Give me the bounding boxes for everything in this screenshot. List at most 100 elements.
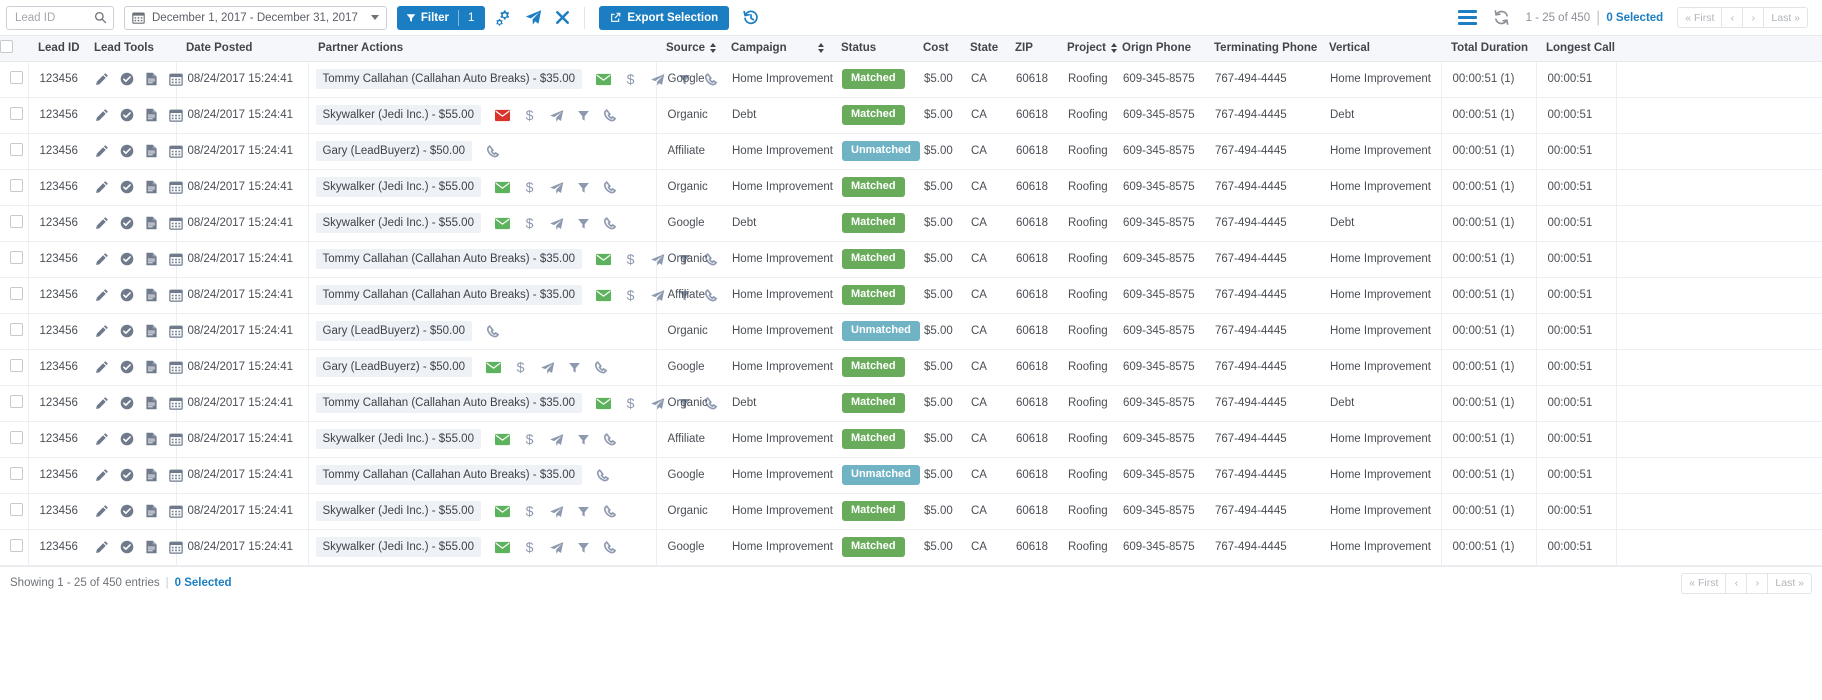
- row-checkbox[interactable]: [9, 251, 23, 264]
- partner-chip[interactable]: Tommy Callahan (Callahan Auto Breaks) - …: [315, 249, 582, 269]
- pencil-icon[interactable]: [95, 180, 109, 194]
- paper-plane-icon[interactable]: [549, 504, 564, 519]
- hamburger-menu-icon[interactable]: [1457, 10, 1477, 25]
- row-checkbox[interactable]: [9, 287, 23, 300]
- header-campaign[interactable]: Campaign: [721, 36, 831, 62]
- partner-chip[interactable]: Tommy Callahan (Callahan Auto Breaks) - …: [315, 465, 582, 485]
- pager-prev[interactable]: ‹: [1721, 7, 1743, 28]
- phone-icon[interactable]: [704, 72, 718, 87]
- pencil-icon[interactable]: [95, 108, 109, 122]
- search-input[interactable]: [13, 10, 94, 25]
- pager-last[interactable]: Last »: [1763, 7, 1808, 28]
- pager-first[interactable]: « First: [1681, 572, 1726, 594]
- calendar-icon[interactable]: [169, 144, 183, 158]
- calendar-icon[interactable]: [169, 180, 183, 194]
- row-checkbox[interactable]: [9, 107, 23, 120]
- check-circle-icon[interactable]: [120, 108, 134, 122]
- date-range-picker[interactable]: December 1, 2017 - December 31, 2017: [124, 5, 387, 30]
- header-state[interactable]: State: [960, 36, 1005, 62]
- envelope-red-icon[interactable]: [494, 108, 510, 123]
- check-circle-icon[interactable]: [120, 468, 134, 482]
- header-lead-tools[interactable]: Lead Tools: [84, 36, 176, 62]
- envelope-green-icon[interactable]: [494, 504, 510, 519]
- calendar-icon[interactable]: [169, 216, 183, 230]
- funnel-icon[interactable]: [577, 540, 590, 555]
- pager-last[interactable]: Last »: [1767, 572, 1812, 594]
- envelope-green-icon[interactable]: [494, 432, 510, 447]
- paper-plane-icon[interactable]: [549, 432, 564, 447]
- table-row[interactable]: 123456 08/24/2017 15:24:41 Tommy Callahan …: [0, 241, 1822, 278]
- check-circle-icon[interactable]: [120, 360, 134, 374]
- phone-icon[interactable]: [596, 468, 610, 483]
- close-x-icon[interactable]: [555, 10, 570, 25]
- calendar-icon[interactable]: [169, 288, 183, 302]
- calendar-icon[interactable]: [169, 504, 183, 518]
- file-icon[interactable]: [145, 288, 158, 302]
- partner-chip[interactable]: Gary (LeadBuyerz) - $50.00: [315, 321, 473, 341]
- dollar-icon[interactable]: $: [523, 540, 536, 555]
- undo-history-icon[interactable]: [743, 10, 759, 26]
- partner-chip[interactable]: Gary (LeadBuyerz) - $50.00: [315, 141, 473, 161]
- funnel-icon[interactable]: [577, 180, 590, 195]
- file-icon[interactable]: [145, 468, 158, 482]
- partner-chip[interactable]: Skywalker (Jedi Inc.) - $55.00: [315, 105, 481, 125]
- file-icon[interactable]: [145, 144, 158, 158]
- pencil-icon[interactable]: [95, 396, 109, 410]
- phone-icon[interactable]: [603, 540, 617, 555]
- pencil-icon[interactable]: [95, 540, 109, 554]
- pencil-icon[interactable]: [95, 72, 109, 86]
- lead-id-search[interactable]: [6, 5, 114, 30]
- header-cost[interactable]: Cost: [913, 36, 960, 62]
- pencil-icon[interactable]: [95, 252, 109, 266]
- envelope-green-icon[interactable]: [494, 216, 510, 231]
- row-checkbox[interactable]: [9, 71, 23, 84]
- header-date-posted[interactable]: Date Posted: [176, 36, 308, 62]
- file-icon[interactable]: [145, 108, 158, 122]
- file-icon[interactable]: [145, 72, 158, 86]
- dollar-icon[interactable]: $: [624, 396, 637, 411]
- table-row[interactable]: 123456 08/24/2017 15:24:41 Skywalker (Jedi…: [0, 169, 1822, 206]
- row-checkbox[interactable]: [9, 179, 23, 192]
- phone-icon[interactable]: [704, 288, 718, 303]
- paper-plane-icon[interactable]: [549, 216, 564, 231]
- table-row[interactable]: 123456 08/24/2017 15:24:41 Tommy Callahan …: [0, 457, 1822, 494]
- check-circle-icon[interactable]: [120, 216, 134, 230]
- pager-prev[interactable]: ‹: [1725, 572, 1747, 594]
- partner-chip[interactable]: Tommy Callahan (Callahan Auto Breaks) - …: [315, 285, 582, 305]
- calendar-icon[interactable]: [169, 72, 183, 86]
- check-circle-icon[interactable]: [120, 180, 134, 194]
- calendar-icon[interactable]: [169, 540, 183, 554]
- envelope-green-icon[interactable]: [596, 252, 611, 267]
- dollar-icon[interactable]: $: [624, 72, 637, 87]
- file-icon[interactable]: [145, 432, 158, 446]
- phone-icon[interactable]: [603, 108, 617, 123]
- header-total-duration[interactable]: Total Duration: [1441, 36, 1536, 62]
- paper-plane-icon[interactable]: [650, 252, 665, 267]
- envelope-green-icon[interactable]: [596, 396, 611, 411]
- pencil-icon[interactable]: [95, 324, 109, 338]
- table-row[interactable]: 123456 08/24/2017 15:24:41 Gary (LeadBuyer…: [0, 313, 1822, 350]
- header-partner-actions[interactable]: Partner Actions: [308, 36, 656, 62]
- partner-chip[interactable]: Skywalker (Jedi Inc.) - $55.00: [315, 537, 481, 557]
- check-circle-icon[interactable]: [120, 252, 134, 266]
- calendar-icon[interactable]: [169, 432, 183, 446]
- phone-icon[interactable]: [603, 180, 617, 195]
- check-circle-icon[interactable]: [120, 72, 134, 86]
- partner-chip[interactable]: Skywalker (Jedi Inc.) - $55.00: [315, 213, 481, 233]
- phone-icon[interactable]: [603, 216, 617, 231]
- dollar-icon[interactable]: $: [523, 180, 536, 195]
- file-icon[interactable]: [145, 252, 158, 266]
- header-terminating-phone[interactable]: Terminating Phone: [1204, 36, 1319, 62]
- funnel-icon[interactable]: [577, 108, 590, 123]
- calendar-icon[interactable]: [169, 468, 183, 482]
- phone-icon[interactable]: [603, 504, 617, 519]
- file-icon[interactable]: [145, 360, 158, 374]
- selected-count-link[interactable]: 0 Selected: [1606, 12, 1663, 24]
- phone-icon[interactable]: [594, 360, 608, 375]
- table-row[interactable]: 123456 08/24/2017 15:24:41 Skywalker (Jedi…: [0, 205, 1822, 242]
- partner-chip[interactable]: Skywalker (Jedi Inc.) - $55.00: [315, 429, 481, 449]
- funnel-icon[interactable]: [577, 432, 590, 447]
- table-row[interactable]: 123456 08/24/2017 15:24:41 Tommy Callahan …: [0, 385, 1822, 422]
- check-circle-icon[interactable]: [120, 288, 134, 302]
- row-checkbox[interactable]: [9, 467, 23, 480]
